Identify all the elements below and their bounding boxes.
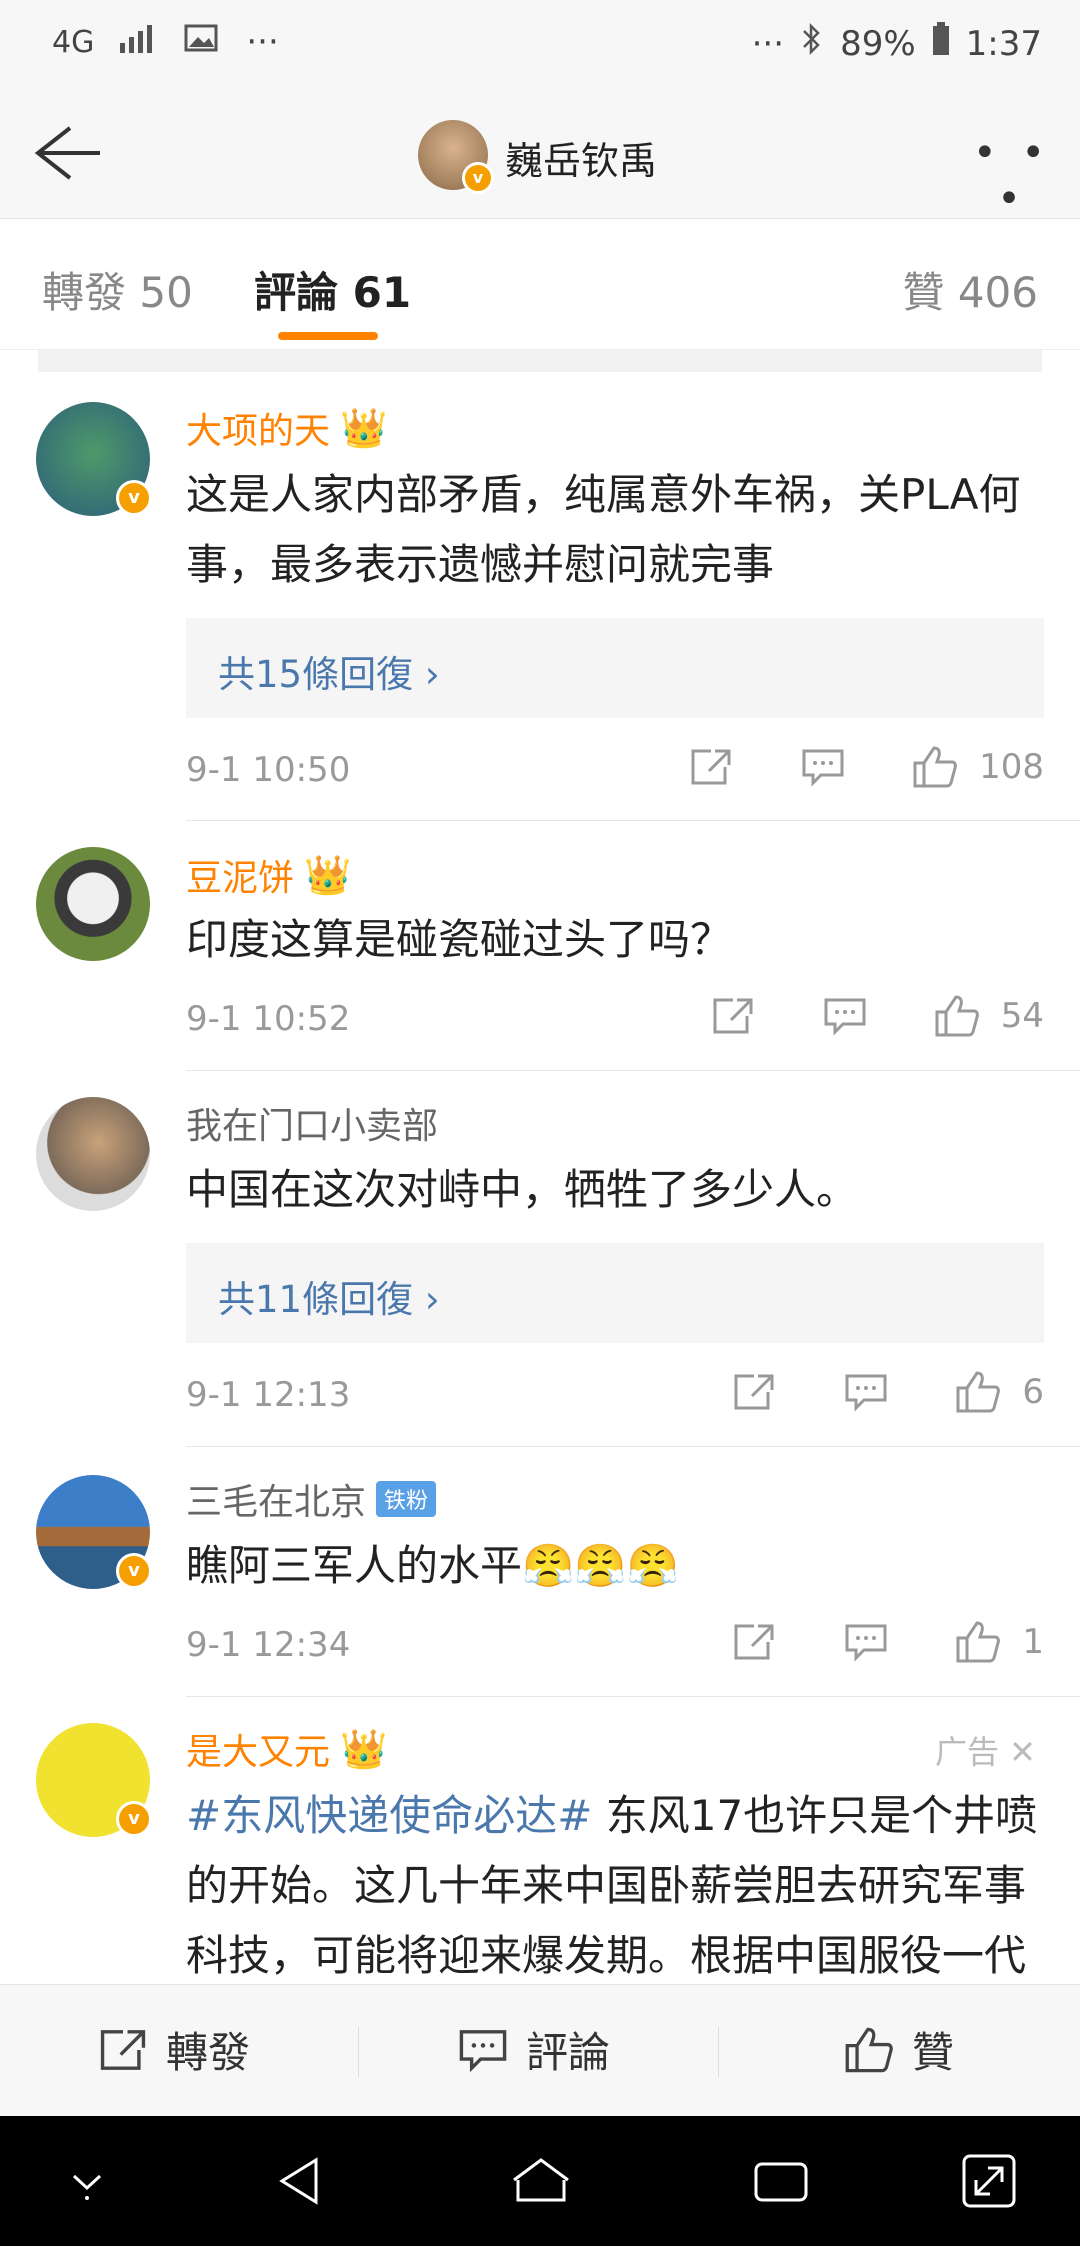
fan-badge: 铁粉	[376, 1481, 437, 1517]
comment-text: 瞧阿三军人的水平😤😤😤	[186, 1541, 679, 1590]
username[interactable]: 我在门口小卖部	[186, 1097, 438, 1149]
home-icon	[513, 2158, 569, 2202]
share-icon[interactable]	[724, 1367, 784, 1417]
comment-list: v 大项的天 👑 这是人家内部矛盾，纯属意外车祸，关PLA何事，最多表示遗憾并慰…	[0, 350, 1080, 1984]
comment-actions: 108	[629, 742, 1044, 792]
status-bar: 4G ··· ··· 89% 1:37	[0, 0, 1080, 90]
like-count: 54	[1000, 996, 1044, 1036]
replies-button[interactable]: 共11條回復 ›	[186, 1243, 1044, 1343]
username[interactable]: 是大又元 👑	[186, 1723, 387, 1775]
author-avatar[interactable]: v	[418, 120, 494, 194]
hide-keyboard-button[interactable]	[52, 2146, 122, 2216]
username[interactable]: 三毛在北京 铁粉	[186, 1473, 437, 1525]
divider	[186, 1696, 1080, 1697]
more-status-dots-right: ···	[751, 23, 785, 64]
chevron-down-icon	[72, 2174, 102, 2200]
comment-icon[interactable]	[815, 991, 875, 1041]
tab-repost[interactable]: 轉發 50	[42, 259, 193, 320]
verified-icon: v	[116, 1801, 152, 1837]
system-nav-bar	[0, 2116, 1080, 2246]
repost-button[interactable]: 轉發	[98, 2019, 250, 2080]
verified-icon: v	[116, 1553, 152, 1589]
avatar[interactable]	[36, 847, 150, 961]
comment-icon[interactable]	[836, 1617, 896, 1667]
comment-button[interactable]: 評論	[458, 2019, 610, 2080]
image-icon	[184, 22, 220, 62]
crown-badge-icon: 👑	[304, 852, 352, 897]
tab-likes[interactable]: 贊 406	[902, 259, 1038, 320]
divider	[186, 1070, 1080, 1071]
avatar[interactable]: v	[36, 1475, 152, 1589]
like-button[interactable]: 贊	[844, 2019, 954, 2080]
comment-time: 9-1 12:34	[186, 1625, 351, 1665]
thumbs-up-icon	[845, 2027, 893, 2072]
thumbs-up-icon[interactable]	[927, 991, 987, 1041]
share-icon[interactable]	[703, 991, 763, 1041]
username[interactable]: 豆泥饼 👑	[186, 849, 351, 901]
share-icon[interactable]	[681, 742, 741, 792]
comment-icon[interactable]	[836, 1367, 896, 1417]
arrow-left-icon	[34, 126, 100, 180]
bottom-action-bar: 轉發 評論 贊	[0, 1984, 1080, 2117]
crown-badge-icon: 👑	[340, 405, 388, 450]
crown-badge-icon: 👑	[340, 1726, 388, 1771]
verified-icon: v	[116, 480, 152, 516]
like-count: 6	[1022, 1372, 1044, 1412]
divider	[38, 350, 1042, 372]
comment-time: 9-1 10:52	[186, 999, 351, 1039]
tab-comments[interactable]: 評論 61	[254, 259, 411, 320]
like-count: 1	[1022, 1622, 1044, 1662]
comment-icon	[459, 2029, 507, 2072]
active-tab-indicator	[278, 332, 378, 340]
comment-text: 印度这算是碰瓷碰过头了吗？	[186, 915, 733, 964]
recents-icon	[754, 2162, 808, 2202]
hashtag-link[interactable]: #东风快递使命必达#	[186, 1791, 592, 1840]
more-options-button[interactable]: • • •	[972, 130, 1052, 222]
expand-nav-button[interactable]	[954, 2146, 1024, 2216]
divider	[186, 820, 1080, 821]
comment-actions: 1	[672, 1617, 1044, 1667]
ad-close-button[interactable]: 广告 ✕	[935, 1727, 1036, 1773]
divider	[186, 1446, 1080, 1447]
title-bar: v 巍岳钦禹 • • •	[0, 90, 1080, 222]
battery-percent: 89%	[840, 23, 916, 64]
more-status-dots: ···	[246, 22, 279, 62]
comment-text: #东风快递使命必达# 东风17也许只是个井喷的开始。这几十年来中国卧薪尝胆去研究…	[186, 1791, 1038, 1980]
share-icon[interactable]	[724, 1617, 784, 1667]
expand-icon	[962, 2154, 1016, 2208]
clock: 1:37	[965, 23, 1042, 64]
avatar[interactable]: v	[36, 402, 152, 516]
avatar[interactable]	[36, 1097, 150, 1211]
comment-text: 中国在这次对峙中，牺牲了多少人。	[186, 1165, 859, 1214]
username[interactable]: 大项的天 👑	[186, 402, 387, 454]
comment-time: 9-1 12:13	[186, 1375, 351, 1415]
replies-button[interactable]: 共15條回復 ›	[186, 618, 1044, 718]
thumbs-up-icon[interactable]	[948, 1367, 1008, 1417]
triangle-back-icon	[279, 2157, 318, 2205]
avatar[interactable]: v	[36, 1723, 152, 1837]
thumbs-up-icon[interactable]	[948, 1617, 1008, 1667]
divider	[718, 2027, 719, 2077]
divider	[358, 2027, 359, 2077]
comment-time: 9-1 10:50	[186, 750, 351, 790]
page-title: 巍岳钦禹	[505, 139, 658, 183]
like-count: 108	[979, 747, 1044, 787]
tab-bar: 轉發 50 評論 61 贊 406	[0, 219, 1080, 350]
verified-icon: v	[462, 162, 494, 194]
thumbs-up-icon[interactable]	[905, 742, 965, 792]
back-button[interactable]	[28, 118, 108, 188]
home-nav-button[interactable]	[506, 2146, 576, 2216]
network-label: 4G	[52, 24, 95, 60]
battery-icon	[932, 22, 950, 65]
back-nav-button[interactable]	[266, 2146, 336, 2216]
share-icon	[100, 2029, 146, 2070]
comment-actions: 6	[672, 1367, 1044, 1417]
signal-icon	[120, 22, 158, 62]
comment-actions: 54	[651, 991, 1044, 1041]
recents-nav-button[interactable]	[746, 2146, 816, 2216]
bluetooth-icon	[800, 22, 824, 65]
comment-icon[interactable]	[793, 742, 853, 792]
comment-text: 这是人家内部矛盾，纯属意外车祸，关PLA何事，最多表示遗憾并慰问就完事	[186, 470, 1021, 589]
